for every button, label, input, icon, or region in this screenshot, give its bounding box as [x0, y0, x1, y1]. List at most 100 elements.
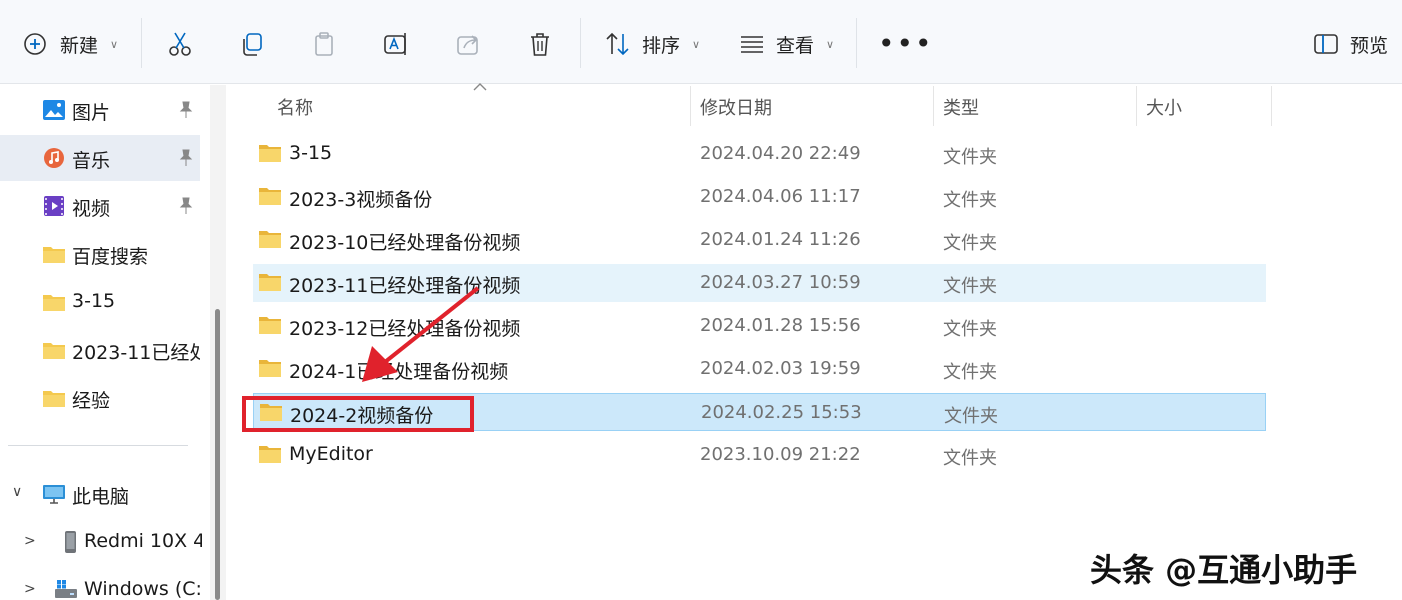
sort-ascending-icon	[473, 83, 487, 91]
sidebar-item-drive[interactable]: Windows (C:)	[12, 567, 212, 600]
sidebar-item-videos[interactable]: 视频	[0, 183, 200, 229]
file-type: 文件夹	[943, 276, 997, 297]
share-button[interactable]	[454, 24, 482, 64]
clipboard-icon	[315, 32, 333, 56]
sidebar-item-label: 经验	[72, 390, 111, 412]
folder-icon	[43, 247, 65, 263]
folder-icon	[259, 446, 281, 463]
rename-icon	[384, 33, 406, 55]
toolbar-divider	[141, 18, 142, 68]
sidebar-scrollbar[interactable]	[210, 85, 226, 600]
toolbar-divider	[580, 18, 581, 68]
folder-icon	[43, 391, 65, 407]
sidebar-item-label: 百度搜索	[72, 246, 149, 268]
new-button-label: 新建	[60, 34, 99, 57]
file-name: 2023-10已经处理备份视频	[289, 232, 521, 254]
pictures-icon	[43, 100, 65, 120]
chevron-down-icon: ∨	[110, 37, 119, 51]
monitor-icon	[43, 485, 65, 504]
chevron-down-icon: ∨	[826, 37, 835, 51]
copy-icon	[243, 33, 262, 56]
file-name: 2023-3视频备份	[289, 189, 433, 211]
folder-icon	[259, 188, 281, 205]
delete-button[interactable]	[526, 24, 554, 64]
chevron-down-icon: ∨	[692, 37, 701, 51]
table-row[interactable]: 3-15 2024.04.20 22:49 文件夹	[253, 135, 1266, 173]
annotation-highlight-box	[242, 396, 474, 432]
folder-icon	[43, 295, 65, 311]
watermark-text: 头条 @互通小助手	[1090, 551, 1358, 589]
column-divider[interactable]	[1136, 86, 1137, 126]
videos-icon	[44, 196, 64, 216]
folder-icon	[259, 231, 281, 248]
view-button-label: 查看	[776, 34, 815, 57]
share-icon	[457, 35, 478, 55]
column-header-name[interactable]: 名称	[277, 94, 313, 120]
folder-icon	[259, 274, 281, 291]
file-modified-date: 2024.03.27 10:59	[700, 272, 861, 293]
file-name: 3-15	[289, 142, 333, 164]
preview-pane-label: 预览	[1350, 34, 1389, 57]
phone-icon	[65, 531, 76, 553]
column-divider[interactable]	[690, 86, 691, 126]
scrollbar-thumb[interactable]	[215, 309, 220, 600]
paste-button[interactable]	[310, 24, 338, 64]
file-type: 文件夹	[943, 233, 997, 254]
copy-button[interactable]	[238, 24, 266, 64]
sidebar-item-folder[interactable]: 2023-11已经处	[0, 327, 200, 373]
file-type: 文件夹	[943, 362, 997, 383]
music-icon	[44, 148, 64, 168]
file-modified-date: 2024.02.25 15:53	[701, 402, 862, 423]
file-modified-date: 2024.01.24 11:26	[700, 229, 861, 250]
sort-button[interactable]: 排序 ∨	[604, 24, 700, 64]
sidebar-item-device[interactable]: Redmi 10X 4(	[12, 519, 212, 565]
navigation-pane: 图片 音乐 视频 百度搜索 3-15 2023-11已经处 经验 ∨ 此电脑 >…	[0, 85, 210, 600]
pin-icon	[179, 149, 193, 166]
cut-button[interactable]	[166, 24, 194, 64]
sidebar-item-folder[interactable]: 百度搜索	[0, 231, 200, 277]
file-type: 文件夹	[943, 147, 997, 168]
preview-pane-button[interactable]: 预览	[1312, 24, 1388, 64]
view-list-icon	[741, 36, 763, 53]
sidebar-item-label: 2023-11已经处	[72, 342, 200, 364]
rename-button[interactable]	[382, 24, 410, 64]
folder-icon	[259, 360, 281, 377]
sidebar-item-music[interactable]: 音乐	[0, 135, 200, 181]
more-options-button[interactable]: •••	[878, 24, 934, 64]
column-divider[interactable]	[933, 86, 934, 126]
file-modified-date: 2024.01.28 15:56	[700, 315, 861, 336]
table-row[interactable]: 2023-10已经处理备份视频 2024.01.24 11:26 文件夹	[253, 221, 1266, 259]
sidebar-divider	[8, 445, 188, 446]
column-header-type[interactable]: 类型	[943, 94, 979, 120]
column-header-size[interactable]: 大小	[1146, 94, 1182, 120]
command-bar: 新建 ∨ 排序 ∨ 查看 ∨ ••• 预览	[0, 0, 1402, 84]
folder-icon	[259, 145, 281, 162]
trash-icon	[531, 33, 549, 56]
file-type: 文件夹	[943, 448, 997, 469]
sort-button-label: 排序	[642, 34, 681, 57]
sort-icon	[606, 32, 629, 56]
preview-pane-icon	[1314, 34, 1338, 54]
toolbar-divider	[856, 18, 857, 68]
sidebar-item-label: Windows (C:)	[84, 578, 202, 600]
file-modified-date: 2024.04.06 11:17	[700, 186, 861, 207]
table-row[interactable]: MyEditor 2023.10.09 21:22 文件夹	[253, 436, 1266, 474]
new-button[interactable]: 新建 ∨	[22, 24, 118, 64]
view-button[interactable]: 查看 ∨	[738, 24, 834, 64]
annotation-arrow-icon	[362, 286, 480, 382]
sidebar-item-label: Redmi 10X 4(	[84, 530, 202, 552]
sidebar-item-folder[interactable]: 3-15	[0, 279, 200, 325]
column-header-date[interactable]: 修改日期	[700, 94, 772, 120]
column-divider[interactable]	[1271, 86, 1272, 126]
folder-icon	[43, 343, 65, 359]
file-type: 文件夹	[943, 190, 997, 211]
folder-icon	[259, 317, 281, 334]
file-modified-date: 2024.04.20 22:49	[700, 143, 861, 164]
table-row[interactable]: 2023-3视频备份 2024.04.06 11:17 文件夹	[253, 178, 1266, 216]
sidebar-item-this-pc[interactable]: 此电脑	[0, 471, 200, 517]
pin-icon	[179, 101, 193, 118]
scissors-icon	[169, 32, 191, 56]
sidebar-item-folder[interactable]: 经验	[0, 375, 200, 421]
sidebar-item-pictures[interactable]: 图片	[0, 87, 200, 133]
file-type: 文件夹	[944, 406, 998, 427]
